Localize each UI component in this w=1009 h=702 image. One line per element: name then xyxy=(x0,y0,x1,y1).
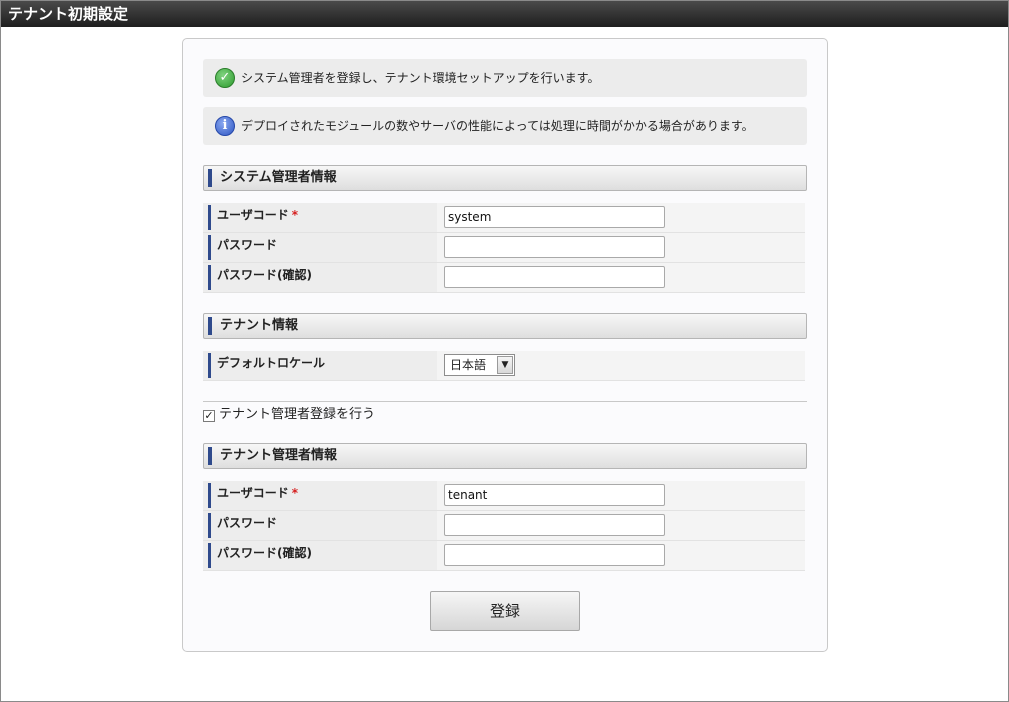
default-locale-label: デフォルトロケール xyxy=(203,351,437,380)
info-message-text: デプロイされたモジュールの数やサーバの性能によっては処理に時間がかかる場合があり… xyxy=(241,119,754,133)
system-password-label: パスワード xyxy=(203,233,437,262)
system-user-code-label: ユーザコード xyxy=(217,208,289,222)
form-row-system-user-code: ユーザコード * xyxy=(203,203,805,233)
section-header-system-admin: システム管理者情報 xyxy=(203,165,807,191)
form-row-tenant-password: パスワード xyxy=(203,511,805,541)
setup-panel: ✓ システム管理者を登録し、テナント環境セットアップを行います。 i デプロイさ… xyxy=(182,38,828,652)
field-label: ユーザコード * xyxy=(203,481,437,510)
system-password-confirm-input[interactable] xyxy=(444,266,665,288)
section-header-tenant-admin: テナント管理者情報 xyxy=(203,443,807,469)
register-tenant-admin-checkbox[interactable]: ✓ xyxy=(203,410,215,422)
required-mark: * xyxy=(291,208,299,222)
register-tenant-admin-option[interactable]: ✓ テナント管理者登録を行う xyxy=(203,407,375,425)
form-row-tenant-password-confirm: パスワード(確認) xyxy=(203,541,805,571)
success-message-text: システム管理者を登録し、テナント環境セットアップを行います。 xyxy=(241,71,600,85)
system-user-code-input[interactable] xyxy=(444,206,665,228)
check-circle-icon: ✓ xyxy=(215,68,235,88)
section-header-tenant: テナント情報 xyxy=(203,313,807,339)
tenant-password-confirm-label: パスワード(確認) xyxy=(203,541,437,570)
form-row-tenant-user-code: ユーザコード * xyxy=(203,481,805,511)
tenant-password-confirm-input[interactable] xyxy=(444,544,665,566)
register-tenant-admin-label[interactable]: テナント管理者登録を行う xyxy=(219,407,375,422)
tenant-password-label: パスワード xyxy=(203,511,437,540)
default-locale-select[interactable]: 日本語 ▼ xyxy=(444,354,515,376)
success-message: ✓ システム管理者を登録し、テナント環境セットアップを行います。 xyxy=(203,59,807,97)
register-button[interactable]: 登録 xyxy=(430,591,580,631)
tenant-user-code-input[interactable] xyxy=(444,484,665,506)
system-password-confirm-label: パスワード(確認) xyxy=(203,263,437,292)
info-circle-icon: i xyxy=(215,116,235,136)
window-title: テナント初期設定 xyxy=(1,1,1008,27)
field-label: ユーザコード * xyxy=(203,203,437,232)
tenant-password-input[interactable] xyxy=(444,514,665,536)
default-locale-value: 日本語 xyxy=(450,358,487,372)
tenant-user-code-label: ユーザコード xyxy=(217,486,289,500)
form-row-system-password: パスワード xyxy=(203,233,805,263)
form-row-system-password-confirm: パスワード(確認) xyxy=(203,263,805,293)
required-mark: * xyxy=(291,486,299,500)
form-row-default-locale: デフォルトロケール 日本語 ▼ xyxy=(203,351,805,381)
divider xyxy=(203,401,807,402)
info-message: i デプロイされたモジュールの数やサーバの性能によっては処理に時間がかかる場合が… xyxy=(203,107,807,145)
system-password-input[interactable] xyxy=(444,236,665,258)
chevron-down-icon[interactable]: ▼ xyxy=(497,356,513,374)
